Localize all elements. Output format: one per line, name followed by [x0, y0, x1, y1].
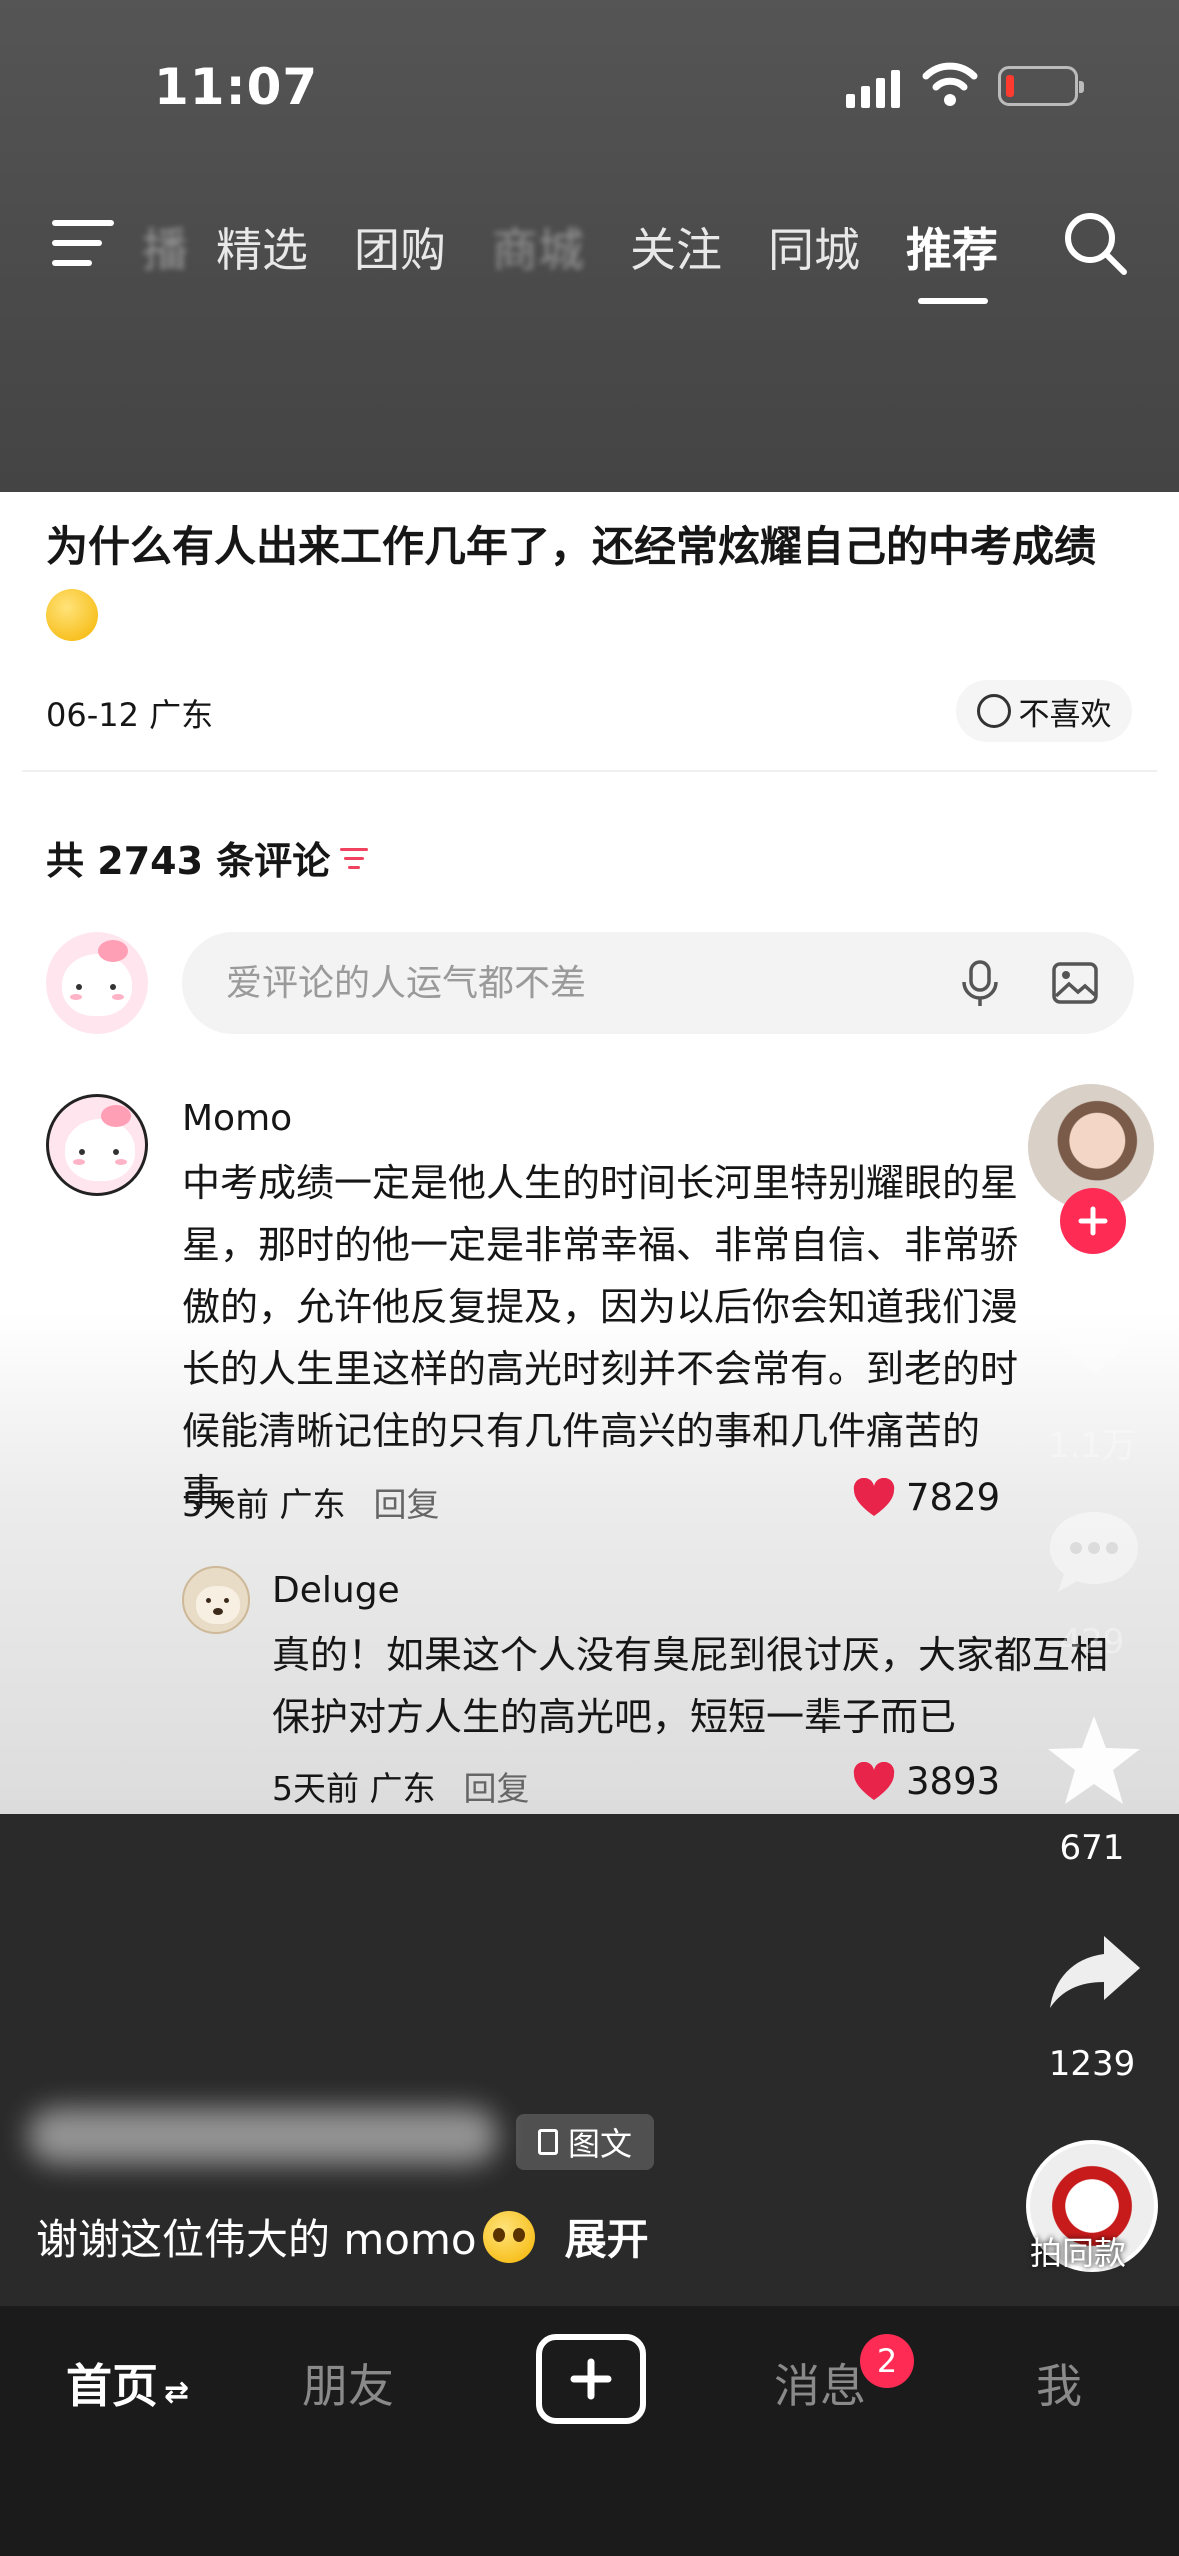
reply-button[interactable]: 回复	[464, 1769, 530, 1808]
search-icon[interactable]	[1062, 210, 1128, 276]
share-arrow-icon[interactable]	[1046, 1932, 1142, 2010]
share-count: 1239	[1048, 2044, 1136, 2084]
microphone-icon[interactable]	[960, 960, 1000, 1008]
sweat-smile-emoji-icon	[46, 589, 98, 641]
tab-featured[interactable]: 精选	[216, 214, 308, 280]
favorite-star-icon[interactable]	[1044, 1712, 1144, 1808]
author-name-blurred[interactable]	[28, 2108, 498, 2164]
comment-input[interactable]	[226, 932, 926, 1034]
dislike-label: 不喜欢	[1018, 696, 1112, 733]
tab-me[interactable]: 我	[1036, 2350, 1082, 2416]
post-card: 为什么有人出来工作几年了，还经常炫耀自己的中考成绩 06-12 广东 不喜欢 共…	[0, 492, 1179, 1814]
wifi-icon	[922, 62, 978, 106]
comment-avatar-momo[interactable]	[46, 1094, 148, 1196]
plus-icon	[1078, 1206, 1108, 1236]
comment-meta: 5天前 广东 回复	[272, 1769, 530, 1808]
use-template-label[interactable]: 拍同款	[1030, 2228, 1126, 2274]
create-post-button[interactable]	[536, 2334, 646, 2424]
tab-group-buy[interactable]: 团购	[354, 214, 446, 280]
plus-icon	[570, 2358, 612, 2400]
tab-friends[interactable]: 朋友	[302, 2350, 394, 2416]
messages-badge: 2	[860, 2334, 914, 2388]
post-title: 为什么有人出来工作几年了，还经常炫耀自己的中考成绩	[46, 512, 1146, 652]
expand-button[interactable]: 展开	[565, 2206, 649, 2267]
document-icon	[537, 2129, 558, 2155]
reply-button[interactable]: 回复	[374, 1485, 440, 1524]
post-location: 广东	[149, 696, 214, 734]
comment-count-header: 共 2743 条评论	[46, 830, 374, 885]
active-tab-indicator	[918, 298, 988, 304]
comment-bubble-icon[interactable]	[1044, 1506, 1144, 1598]
tab-messages[interactable]: 消息	[774, 2350, 866, 2416]
tab-following[interactable]: 关注	[630, 214, 722, 280]
comment-input-box[interactable]	[182, 932, 1134, 1034]
post-caption[interactable]: 谢谢这位伟大的 momo 展开	[36, 2206, 649, 2267]
status-time: 11:07	[154, 58, 319, 116]
comment-avatar-deluge[interactable]	[182, 1566, 250, 1634]
like-count: 1.1万	[1047, 1426, 1137, 1466]
heart-icon	[853, 1477, 895, 1516]
dislike-button[interactable]: 不喜欢	[956, 680, 1132, 742]
post-date: 06-12	[46, 696, 139, 734]
tab-recommended[interactable]: 推荐	[906, 214, 998, 280]
comment-author[interactable]: Deluge	[272, 1570, 400, 1611]
switch-arrows-icon: ⇄	[164, 2375, 190, 2410]
comment-author[interactable]: Momo	[182, 1098, 292, 1139]
heart-icon	[853, 1761, 895, 1800]
comment-text[interactable]: 中考成绩一定是他人生的时间长河里特别耀眼的星星，那时的他一定是非常幸福、非常自信…	[182, 1152, 1042, 1524]
comment-like-button[interactable]: 3893	[852, 1760, 1000, 1803]
tab-live[interactable]: 播	[142, 214, 188, 280]
pleading-face-emoji-icon	[482, 2210, 535, 2263]
divider	[22, 770, 1157, 772]
image-text-tag[interactable]: 图文	[516, 2114, 654, 2170]
comment-text[interactable]: 真的！如果这个人没有臭屁到很讨厌，大家都互相保护对方人生的高光吧，短短一辈子而已	[272, 1624, 1132, 1748]
tab-mall[interactable]: 商城	[492, 214, 584, 280]
favorite-count: 671	[1059, 1828, 1125, 1868]
hamburger-icon[interactable]	[52, 220, 114, 268]
neutral-face-icon	[976, 694, 1011, 728]
tab-home[interactable]: 首页 ⇄	[66, 2350, 189, 2416]
post-meta: 06-12 广东	[46, 690, 213, 736]
battery-icon	[998, 66, 1084, 106]
like-heart-icon[interactable]	[1046, 1290, 1142, 1378]
tab-nearby[interactable]: 同城	[768, 214, 860, 280]
comment-like-button[interactable]: 7829	[852, 1476, 1000, 1519]
sort-icon[interactable]	[340, 844, 374, 872]
follow-button[interactable]	[1060, 1188, 1126, 1254]
image-icon[interactable]	[1052, 962, 1098, 1004]
my-avatar[interactable]	[46, 932, 148, 1034]
comment-count: 429	[1059, 1622, 1125, 1662]
cellular-signal-icon	[846, 64, 900, 108]
comment-meta: 5天前 广东 回复	[182, 1485, 440, 1524]
